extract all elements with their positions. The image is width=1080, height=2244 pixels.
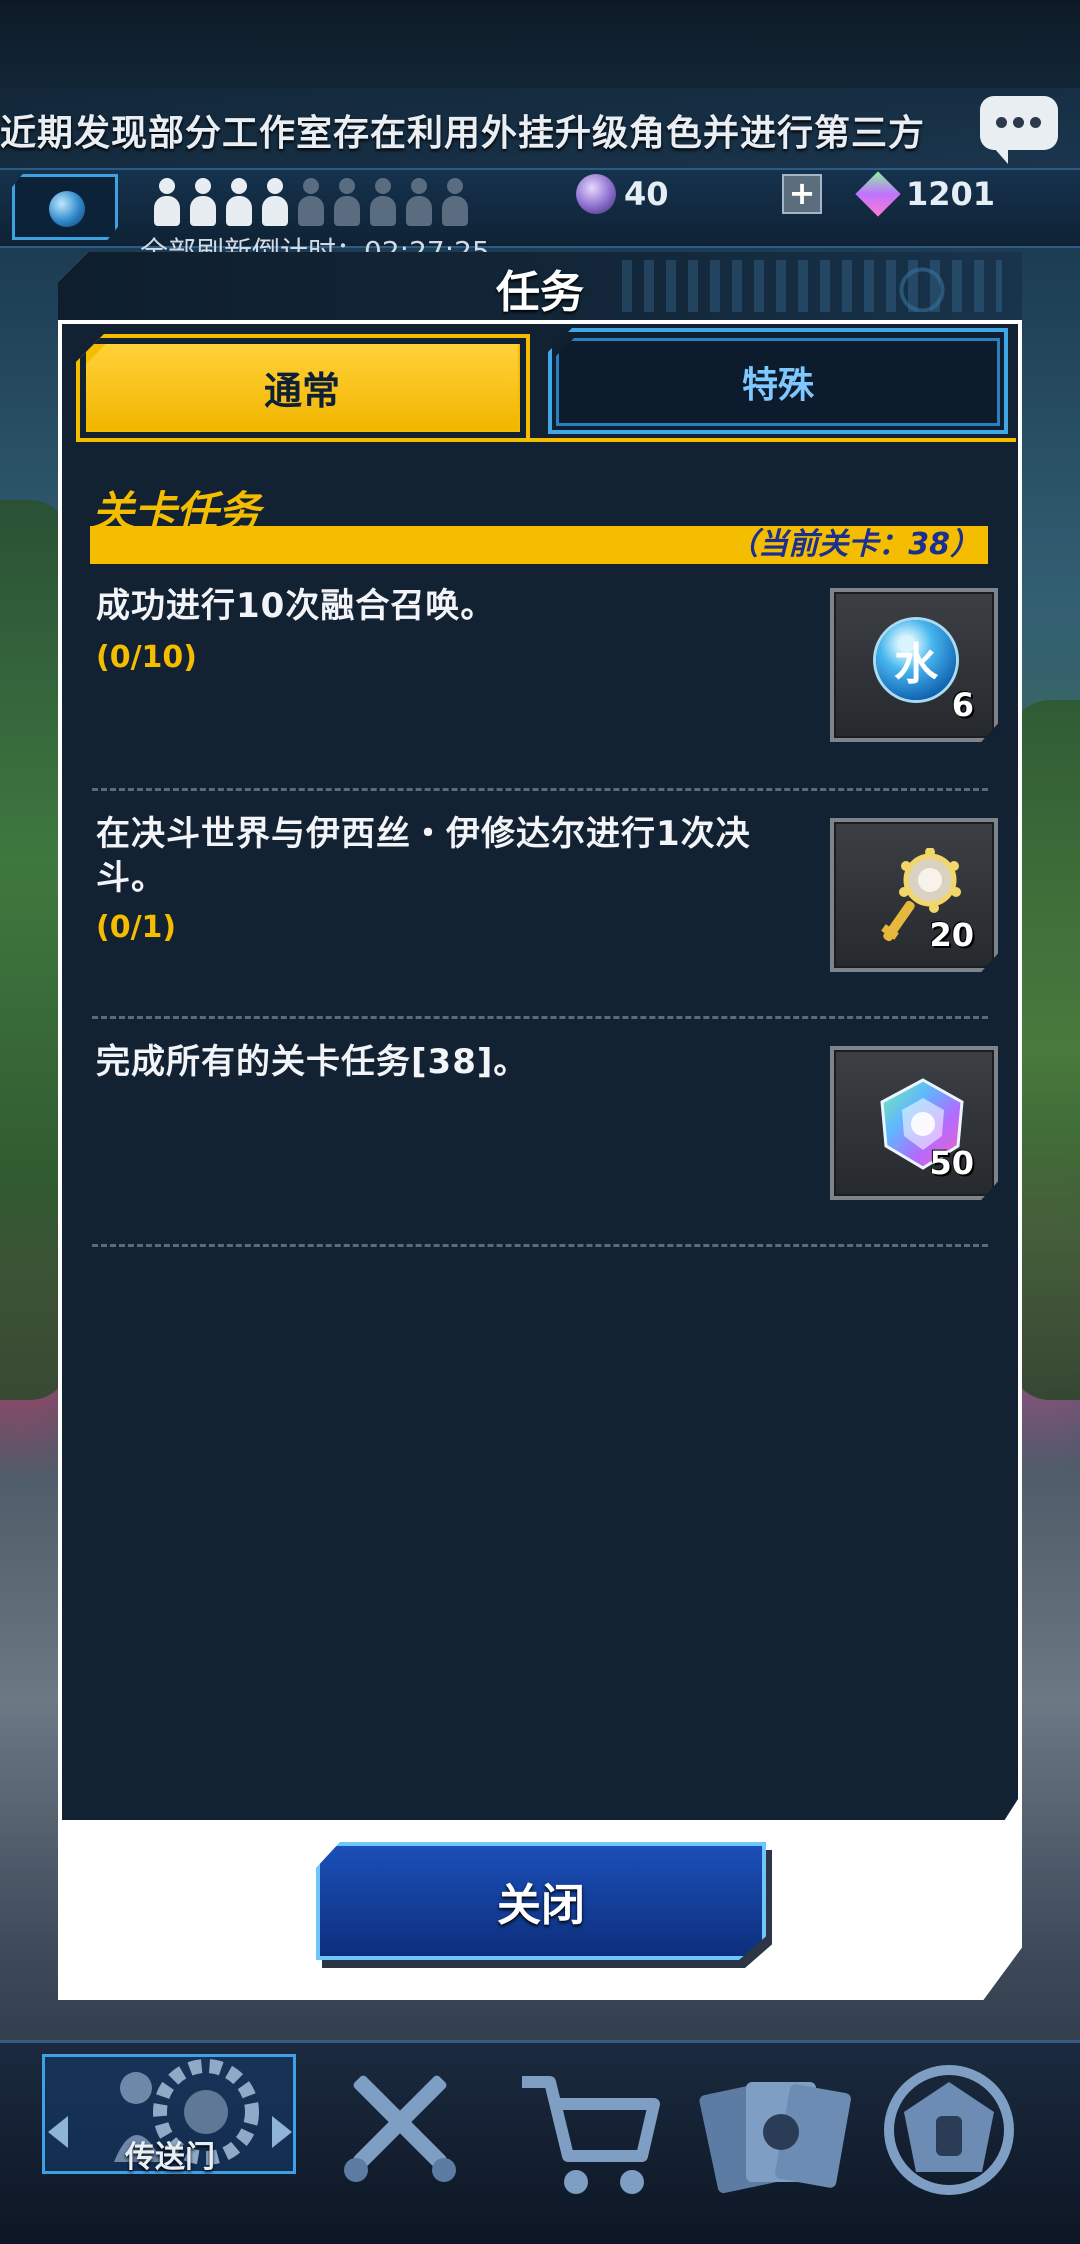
quest-progress: (0/10) xyxy=(96,640,198,675)
person-icon xyxy=(152,178,182,234)
close-button[interactable]: 关闭 xyxy=(316,1842,766,1960)
add-currency-button[interactable]: + xyxy=(782,174,822,214)
gem-counter: 1201 xyxy=(855,171,996,217)
cards-icon[interactable] xyxy=(686,2052,856,2218)
list-item: 完成所有的关卡任务[38]。 50 xyxy=(90,1040,998,1200)
reward-quantity: 6 xyxy=(951,686,974,724)
list-item: 成功进行10次融合召唤。 (0/10) 水 6 xyxy=(90,584,998,744)
quest-description: 在决斗世界与伊西丝・伊修达尔进行1次决斗。 xyxy=(96,814,751,898)
announcement-text: 近期发现部分工作室存在利用外挂升级角色并进行第三方 xyxy=(0,113,926,154)
current-stage-label: （当前关卡：38） xyxy=(728,527,980,562)
reward-quantity: 20 xyxy=(929,916,974,954)
person-icon xyxy=(224,178,254,234)
reward-slot[interactable]: 50 xyxy=(830,1046,998,1200)
globe-icon xyxy=(49,191,85,227)
person-icon xyxy=(368,178,398,234)
person-icon xyxy=(332,178,362,234)
arrow-right-icon[interactable] xyxy=(272,2116,292,2148)
world-button[interactable] xyxy=(12,174,118,240)
list-item: 在决斗世界与伊西丝・伊修达尔进行1次决斗。 (0/1) 20 xyxy=(90,812,998,972)
person-icon xyxy=(404,178,434,234)
person-icon xyxy=(296,178,326,234)
divider xyxy=(92,1244,988,1247)
arrow-left-icon[interactable] xyxy=(48,2116,68,2148)
divider xyxy=(92,1016,988,1019)
portal-label: 传送门 xyxy=(125,2140,215,2175)
water-orb-icon: 水 xyxy=(876,620,956,700)
reward-slot[interactable]: 20 xyxy=(830,818,998,972)
shop-cart-icon[interactable] xyxy=(504,2052,674,2218)
tab-special[interactable]: 特殊 xyxy=(556,338,1000,426)
reward-quantity: 50 xyxy=(929,1144,974,1182)
guild-icon[interactable] xyxy=(864,2052,1034,2218)
gem-count: 1201 xyxy=(906,175,996,213)
quest-progress: (0/1) xyxy=(96,910,177,945)
orb-icon xyxy=(576,174,616,214)
person-icon xyxy=(188,178,218,234)
tab-underline xyxy=(76,438,1016,442)
orb-counter: 40 xyxy=(576,172,669,216)
person-icon xyxy=(260,178,290,234)
party-slots xyxy=(152,178,470,234)
person-icon xyxy=(440,178,470,234)
quest-description: 完成所有的关卡任务[38]。 xyxy=(96,1042,529,1082)
tab-normal[interactable]: 通常 xyxy=(86,344,518,430)
chat-icon[interactable] xyxy=(980,96,1058,164)
duel-swords-icon[interactable] xyxy=(316,2052,486,2218)
reward-slot[interactable]: 水 6 xyxy=(830,588,998,742)
dialog-title: 任务 xyxy=(496,267,584,318)
divider xyxy=(92,788,988,791)
orb-count: 40 xyxy=(624,175,669,213)
gem-icon xyxy=(855,171,901,217)
quest-description: 成功进行10次融合召唤。 xyxy=(96,586,496,626)
